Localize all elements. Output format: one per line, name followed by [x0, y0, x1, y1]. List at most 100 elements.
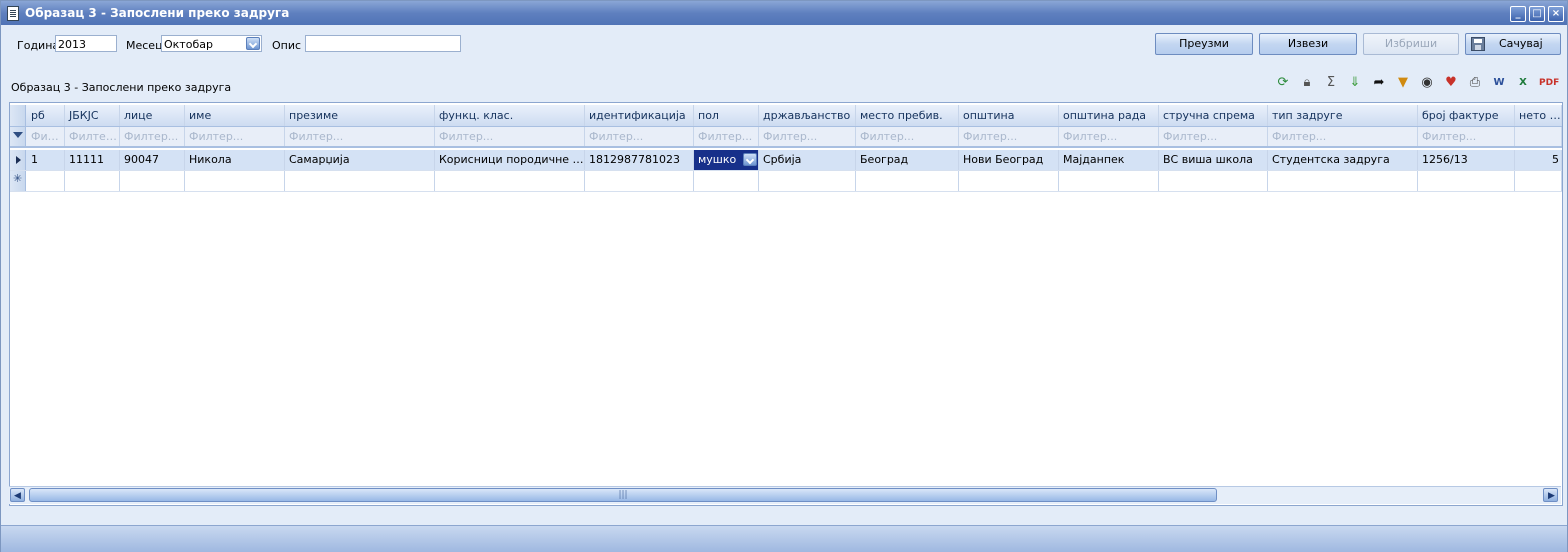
- year-label: Година: [17, 39, 60, 52]
- close-button[interactable]: ×: [1548, 6, 1564, 22]
- new-cell[interactable]: [120, 171, 185, 191]
- pdf-icon[interactable]: PDF: [1539, 75, 1559, 91]
- new-row[interactable]: ✳: [10, 171, 1562, 192]
- filter-cell[interactable]: Фил...: [27, 127, 65, 146]
- column-header-strucna-sprema[interactable]: стручна спрема: [1159, 105, 1268, 126]
- filter-cell[interactable]: Филтер...: [959, 127, 1059, 146]
- funnel-icon: [13, 132, 23, 138]
- cell-drzavljanstvo[interactable]: Србија: [759, 150, 856, 170]
- sum-icon[interactable]: Σ: [1323, 75, 1339, 91]
- excel-icon[interactable]: X: [1515, 75, 1531, 91]
- filter-cell[interactable]: Филтер...: [759, 127, 856, 146]
- column-header-neto[interactable]: нето на: [1515, 105, 1562, 126]
- month-select-value: Октобар: [164, 38, 213, 51]
- column-header-funkc-klas[interactable]: функц. клас.: [435, 105, 585, 126]
- table-row[interactable]: 1 11111 90047 Никола Самарџија Корисници…: [10, 150, 1562, 171]
- filter-cell[interactable]: Филтер...: [1159, 127, 1268, 146]
- new-cell[interactable]: [585, 171, 694, 191]
- cell-broj-fakture[interactable]: 1256/13: [1418, 150, 1515, 170]
- print-icon[interactable]: ⎙: [1467, 75, 1483, 91]
- filter-cell[interactable]: Филтер...: [285, 127, 435, 146]
- cell-identifikacija[interactable]: 1812987781023: [585, 150, 694, 170]
- maximize-button[interactable]: □: [1529, 6, 1545, 22]
- column-header-opstina-rada[interactable]: општина рада: [1059, 105, 1159, 126]
- import-button[interactable]: Преузми: [1155, 33, 1253, 55]
- cell-prezime[interactable]: Самарџија: [285, 150, 435, 170]
- cell-opstina-rada[interactable]: Мајданпек: [1059, 150, 1159, 170]
- new-cell[interactable]: [27, 171, 65, 191]
- description-label: Опис: [272, 39, 302, 52]
- filter-cell[interactable]: Филтер...: [1418, 127, 1515, 146]
- new-cell[interactable]: [694, 171, 759, 191]
- new-cell[interactable]: [1159, 171, 1268, 191]
- new-cell[interactable]: [1059, 171, 1159, 191]
- export-button[interactable]: Извези: [1259, 33, 1357, 55]
- export-arrow-icon[interactable]: ➦: [1371, 75, 1387, 91]
- month-select[interactable]: Октобар: [161, 35, 262, 52]
- column-header-ime[interactable]: име: [185, 105, 285, 126]
- lock-icon[interactable]: 🔒︎: [1299, 75, 1315, 91]
- save-button-label: Сачувај: [1499, 37, 1543, 50]
- scroll-left-icon[interactable]: ◀: [10, 488, 25, 502]
- column-header-prezime[interactable]: презиме: [285, 105, 435, 126]
- column-header-identifikacija[interactable]: идентификација: [585, 105, 694, 126]
- filter-cell[interactable]: Филтер...: [856, 127, 959, 146]
- cell-tip-zadruge[interactable]: Студентска задруга: [1268, 150, 1418, 170]
- chevron-down-icon[interactable]: [246, 37, 260, 50]
- horizontal-scrollbar[interactable]: ◀ ||| ▶: [9, 486, 1561, 504]
- new-cell[interactable]: [959, 171, 1059, 191]
- delete-button[interactable]: Избриши: [1363, 33, 1459, 55]
- filter-cell[interactable]: Филтер...: [185, 127, 285, 146]
- column-header-drzavljanstvo[interactable]: држављанство: [759, 105, 856, 126]
- filter-cell[interactable]: Филтер...: [585, 127, 694, 146]
- cell-strucna-sprema[interactable]: ВС виша школа: [1159, 150, 1268, 170]
- column-header-pol[interactable]: пол: [694, 105, 759, 126]
- chevron-down-icon[interactable]: [743, 153, 757, 166]
- column-header-opstina[interactable]: општина: [959, 105, 1059, 126]
- new-cell[interactable]: [1418, 171, 1515, 191]
- cell-neto[interactable]: 5: [1515, 150, 1562, 170]
- year-input[interactable]: 2013: [55, 35, 117, 52]
- description-input[interactable]: [305, 35, 461, 52]
- scroll-right-icon[interactable]: ▶: [1543, 488, 1558, 502]
- column-header-mesto-prebiv[interactable]: место пребив.: [856, 105, 959, 126]
- new-cell[interactable]: [285, 171, 435, 191]
- new-cell[interactable]: [1515, 171, 1562, 191]
- new-cell[interactable]: [185, 171, 285, 191]
- expand-icon[interactable]: ⇓: [1347, 75, 1363, 91]
- filter-cell[interactable]: Филтер...: [694, 127, 759, 146]
- column-header-broj-fakture[interactable]: број фактуре: [1418, 105, 1515, 126]
- scroll-thumb[interactable]: |||: [29, 488, 1217, 502]
- word-icon[interactable]: W: [1491, 75, 1507, 91]
- gender-select[interactable]: мушко: [694, 150, 759, 170]
- column-header-rb[interactable]: рб: [27, 105, 65, 126]
- column-header-lice[interactable]: лице: [120, 105, 185, 126]
- filter-cell[interactable]: Филтер...: [1059, 127, 1159, 146]
- minimize-button[interactable]: _: [1510, 6, 1526, 22]
- new-cell[interactable]: [759, 171, 856, 191]
- filter-cell[interactable]: Филтер...: [120, 127, 185, 146]
- save-button[interactable]: Сачувај: [1465, 33, 1561, 55]
- cell-lice[interactable]: 90047: [120, 150, 185, 170]
- filter-icon[interactable]: ▼: [1395, 75, 1411, 91]
- cell-opstina[interactable]: Нови Београд: [959, 150, 1059, 170]
- new-cell[interactable]: [435, 171, 585, 191]
- new-cell[interactable]: [65, 171, 120, 191]
- new-cell[interactable]: [1268, 171, 1418, 191]
- view-icon[interactable]: ◉: [1419, 75, 1435, 91]
- new-cell[interactable]: [856, 171, 959, 191]
- filter-cell[interactable]: Филтер...: [65, 127, 120, 146]
- refresh-icon[interactable]: ⟳: [1275, 75, 1291, 91]
- cell-jbkjs[interactable]: 11111: [65, 150, 120, 170]
- title-bar[interactable]: Образац 3 - Запослени преко задруга _ □ …: [1, 1, 1567, 25]
- column-header-tip-zadruge[interactable]: тип задруге: [1268, 105, 1418, 126]
- filter-cell[interactable]: Филтер...: [435, 127, 585, 146]
- column-header-jbkjs[interactable]: ЈБКЈС: [65, 105, 120, 126]
- cell-funkc-klas[interactable]: Корисници породичне пен...: [435, 150, 585, 170]
- cell-rb[interactable]: 1: [27, 150, 65, 170]
- filter-cell[interactable]: Филтер...: [1268, 127, 1418, 146]
- filter-cell[interactable]: [1515, 127, 1562, 146]
- cell-mesto-prebiv[interactable]: Београд: [856, 150, 959, 170]
- favorite-icon[interactable]: ♥: [1443, 75, 1459, 91]
- cell-ime[interactable]: Никола: [185, 150, 285, 170]
